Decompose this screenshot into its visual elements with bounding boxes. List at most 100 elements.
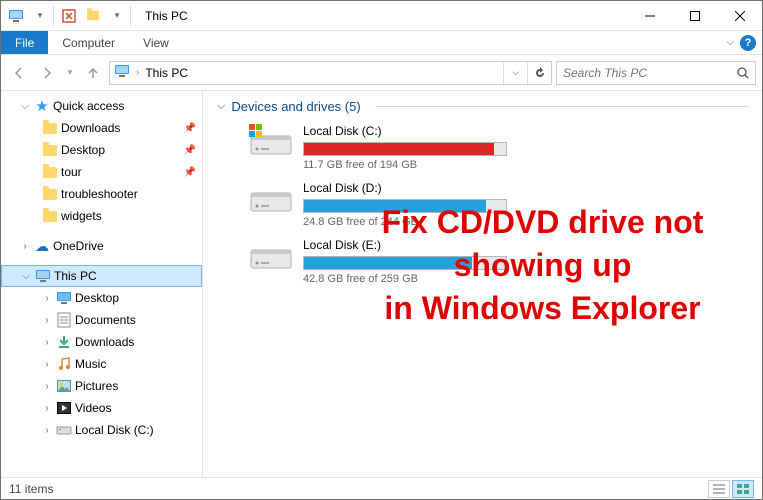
- breadcrumb-chevron-icon[interactable]: ›: [134, 67, 141, 78]
- quick-access-toolbar: ▾ ▾: [1, 5, 137, 27]
- content-pane[interactable]: ⌵ Devices and drives (5) Local Disk (C:)…: [203, 91, 762, 477]
- sidebar-onedrive[interactable]: › ☁ OneDrive: [1, 235, 202, 257]
- search-box[interactable]: [556, 61, 756, 85]
- sidebar-item-label: Pictures: [75, 379, 118, 393]
- sidebar-item[interactable]: › Downloads: [1, 331, 202, 353]
- sidebar-item[interactable]: troubleshooter: [1, 183, 202, 205]
- search-icon[interactable]: [731, 66, 755, 80]
- sidebar-item[interactable]: ›Videos: [1, 397, 202, 419]
- item-icon: [55, 380, 73, 392]
- sidebar-item[interactable]: ›Desktop: [1, 287, 202, 309]
- drive-tile[interactable]: Local Disk (D:)24.8 GB free of 244 GB: [247, 179, 507, 228]
- folder-icon: [41, 167, 59, 178]
- chevron-right-icon[interactable]: ›: [19, 241, 31, 252]
- tab-computer[interactable]: Computer: [48, 31, 129, 54]
- sidebar-quick-access[interactable]: ⌵ ★ Quick access: [1, 95, 202, 117]
- chevron-down-icon[interactable]: ⌵: [19, 101, 31, 112]
- drive-icon: [247, 122, 295, 162]
- sidebar-item[interactable]: tour 📌: [1, 161, 202, 183]
- tab-view[interactable]: View: [129, 31, 183, 54]
- navigation-pane[interactable]: ⌵ ★ Quick access Downloads📌 Desktop 📌 tour 📌…: [1, 91, 203, 477]
- chevron-right-icon[interactable]: ›: [41, 293, 53, 304]
- chevron-down-icon[interactable]: ⌵: [20, 271, 32, 282]
- pc-icon: [34, 269, 52, 283]
- qat-separator: [53, 6, 56, 26]
- sidebar-item[interactable]: widgets: [1, 205, 202, 227]
- address-bar[interactable]: › This PC ⌵: [109, 61, 552, 85]
- qat-customize-icon[interactable]: ▾: [106, 5, 128, 27]
- drive-free-text: 24.8 GB free of 244 GB: [303, 216, 507, 228]
- drive-icon: [247, 236, 295, 276]
- search-input[interactable]: [557, 66, 731, 80]
- folder-icon: [41, 145, 59, 156]
- maximize-button[interactable]: [672, 1, 717, 31]
- address-icon: [110, 64, 134, 81]
- item-icon: [55, 357, 73, 371]
- sidebar-item-label: widgets: [61, 209, 102, 223]
- sidebar-item-label: Desktop: [61, 143, 105, 157]
- pin-icon: 📌: [184, 167, 196, 178]
- sidebar-item[interactable]: Desktop 📌: [1, 139, 202, 161]
- sidebar-item[interactable]: › Documents: [1, 309, 202, 331]
- chevron-down-icon[interactable]: ⌵: [217, 100, 225, 113]
- cloud-icon: ☁: [33, 238, 51, 255]
- chevron-right-icon[interactable]: ›: [41, 425, 53, 436]
- item-icon: [55, 291, 73, 305]
- sidebar-this-pc[interactable]: ⌵ This PC: [1, 265, 202, 287]
- properties-icon[interactable]: [58, 5, 80, 27]
- tab-file[interactable]: File: [1, 31, 48, 54]
- drive-capacity-bar: [303, 199, 507, 213]
- sidebar-item-label: Local Disk (C:): [75, 423, 154, 437]
- forward-button[interactable]: [35, 61, 59, 85]
- recent-locations-icon[interactable]: ▾: [63, 61, 77, 85]
- address-dropdown-icon[interactable]: ⌵: [503, 62, 527, 84]
- close-button[interactable]: [717, 1, 762, 31]
- group-header[interactable]: ⌵ Devices and drives (5): [217, 99, 748, 114]
- help-icon[interactable]: ?: [740, 35, 756, 51]
- up-button[interactable]: [81, 61, 105, 85]
- drive-capacity-bar: [303, 256, 507, 270]
- chevron-right-icon[interactable]: ›: [41, 403, 53, 414]
- tiles-view-button[interactable]: [732, 480, 754, 498]
- address-path[interactable]: This PC: [141, 66, 192, 80]
- item-icon: [55, 424, 73, 436]
- sidebar-item[interactable]: ›Music: [1, 353, 202, 375]
- qat-separator-2: [130, 6, 133, 26]
- chevron-right-icon[interactable]: ›: [41, 359, 53, 370]
- group-title: Devices and drives (5): [231, 99, 360, 114]
- chevron-right-icon[interactable]: ›: [41, 381, 53, 392]
- body: ⌵ ★ Quick access Downloads📌 Desktop 📌 tour 📌…: [1, 91, 762, 477]
- drive-capacity-bar: [303, 142, 507, 156]
- sidebar-item-label: Documents: [75, 313, 136, 327]
- item-icon: [55, 335, 73, 349]
- app-icon[interactable]: [5, 5, 27, 27]
- chevron-right-icon[interactable]: ›: [41, 337, 53, 348]
- folder-icon: [41, 189, 59, 200]
- sidebar-label: Quick access: [53, 99, 124, 113]
- back-button[interactable]: [7, 61, 31, 85]
- qat-dropdown-icon[interactable]: ▾: [29, 5, 51, 27]
- new-folder-icon[interactable]: [82, 5, 104, 27]
- details-view-button[interactable]: [708, 480, 730, 498]
- ribbon-expand-icon[interactable]: ⌵: [726, 37, 734, 48]
- sidebar-item[interactable]: Downloads📌: [1, 117, 202, 139]
- status-bar: 11 items: [1, 477, 762, 499]
- drive-free-text: 11.7 GB free of 194 GB: [303, 159, 507, 171]
- sidebar-item-label: tour: [61, 165, 82, 179]
- drive-icon: [247, 179, 295, 219]
- drive-tile[interactable]: Local Disk (E:)42.8 GB free of 259 GB: [247, 236, 507, 285]
- divider: [375, 106, 748, 107]
- sidebar-label: This PC: [54, 269, 97, 283]
- sidebar-item-label: Downloads: [75, 335, 134, 349]
- item-icon: [55, 312, 73, 328]
- sidebar-item[interactable]: › Local Disk (C:): [1, 419, 202, 441]
- minimize-button[interactable]: [627, 1, 672, 31]
- pin-icon: 📌: [184, 145, 196, 156]
- chevron-right-icon[interactable]: ›: [41, 315, 53, 326]
- window-controls: [627, 1, 762, 31]
- status-item-count: 11 items: [9, 482, 53, 496]
- refresh-button[interactable]: [527, 62, 551, 84]
- drive-tile[interactable]: Local Disk (C:)11.7 GB free of 194 GB: [247, 122, 507, 171]
- sidebar-item[interactable]: › Pictures: [1, 375, 202, 397]
- ribbon-tabs: File Computer View ⌵ ?: [1, 31, 762, 55]
